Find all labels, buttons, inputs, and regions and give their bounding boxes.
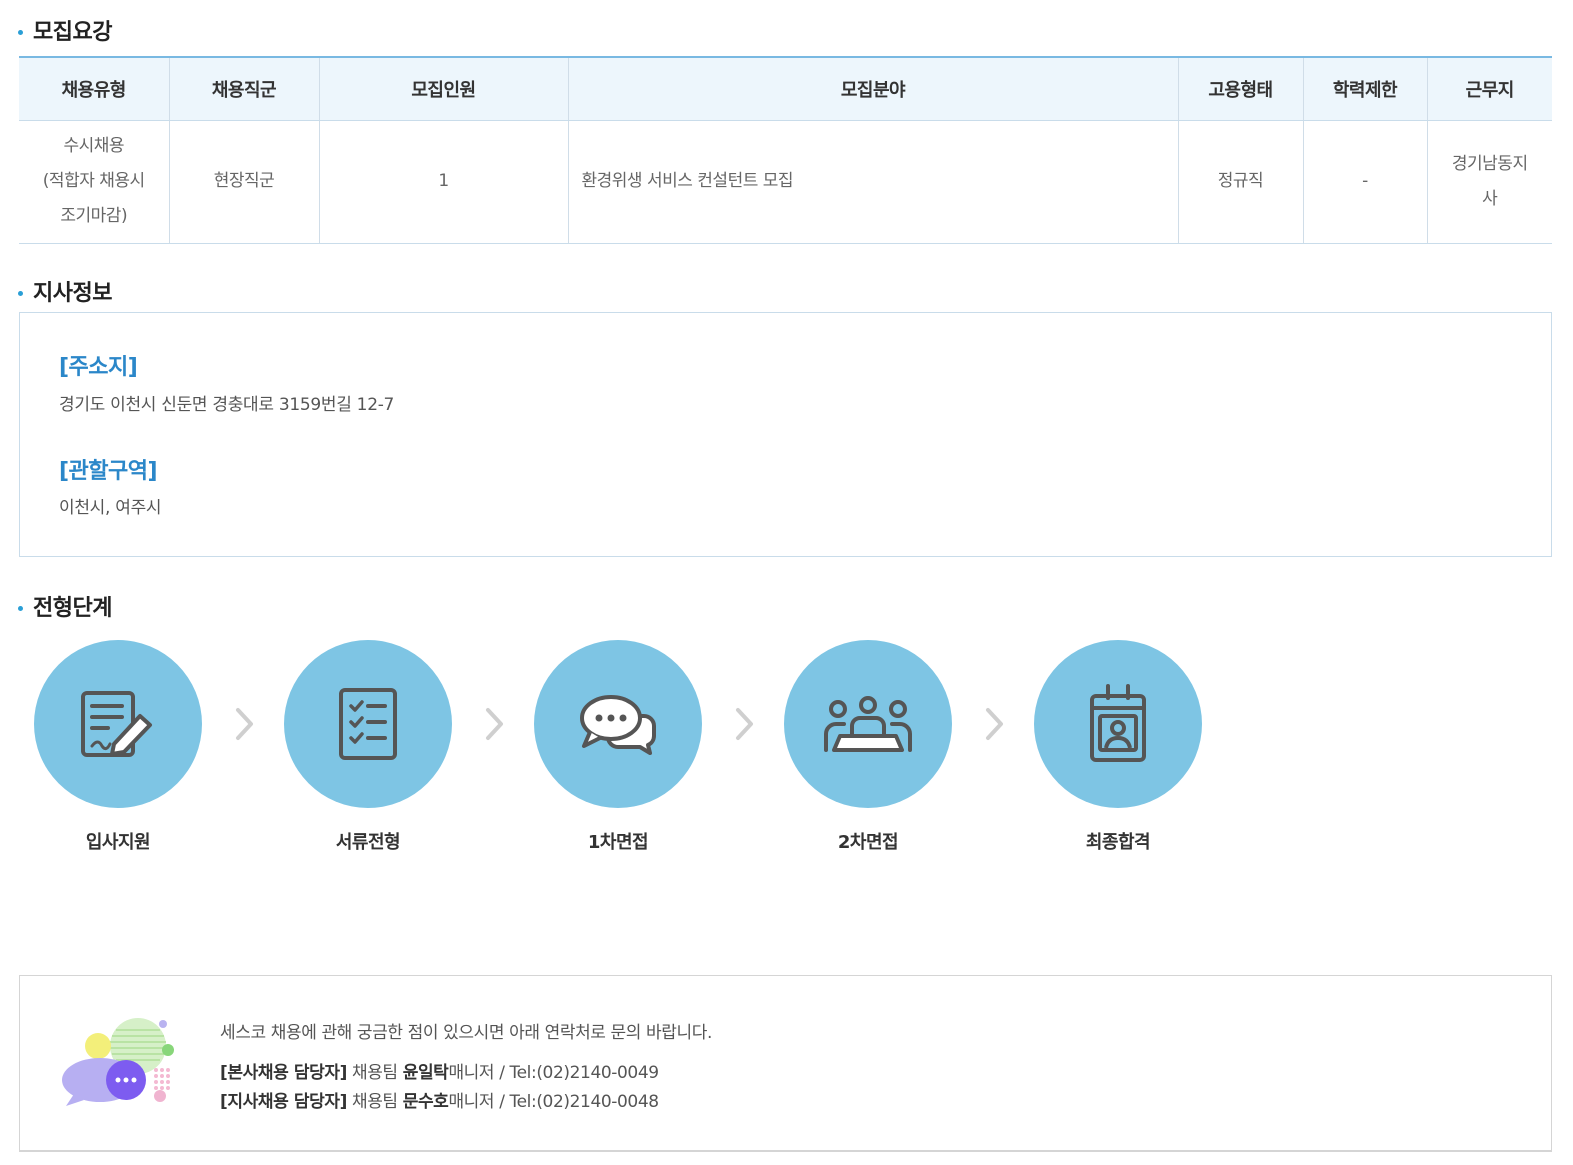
step-circle	[34, 640, 202, 808]
bullet-dot	[18, 290, 23, 296]
process-step-interview1: 1차면접	[534, 640, 702, 853]
col-header-field: 모집분야	[567, 56, 1178, 121]
step-label: 서류전형	[335, 832, 401, 853]
address-label: [주소지]	[59, 355, 138, 380]
bullet-dot	[18, 605, 23, 611]
recruit-section-title: 모집요강	[18, 14, 112, 46]
branch-phone: / Tel:(02)2140-0048	[499, 1092, 659, 1112]
contact-intro: 세스코 채용에 관해 궁금한 점이 있으시면 아래 연락처로 문의 바랍니다.	[220, 1023, 712, 1043]
address-value: 경기도 이천시 신둔면 경충대로 3159번길 12-7	[59, 395, 395, 415]
recruit-table: 채용유형 채용직군 모집인원 모집분야 고용형태 학력제한 근무지 수시채용 (…	[19, 56, 1552, 244]
application-form-icon	[81, 691, 152, 757]
cell-location: 경기남동지 사	[1426, 120, 1552, 244]
cell-type-line1: 수시채용	[63, 136, 125, 156]
cell-type-line3: 조기마감)	[60, 206, 128, 226]
chevron-right-icon	[486, 708, 503, 740]
step-label: 2차면접	[837, 832, 899, 853]
branch-contact-line: [지사채용 담당자] 채용팀 문수호매니저 / Tel:(02)2140-004…	[220, 1087, 659, 1112]
id-badge-icon	[1090, 684, 1146, 762]
process-step-final: 최종합격	[1034, 640, 1202, 853]
table-row: 수시채용 (적합자 채용시 조기마감) 현장직군 1 환경위생 서비스 컨설턴트…	[19, 120, 1552, 244]
process-title-text: 전형단계	[33, 596, 112, 621]
col-header-employment: 고용형태	[1177, 56, 1303, 121]
hq-contact-line: [본사채용 담당자] 채용팀 윤일탁매니저 / Tel:(02)2140-004…	[220, 1058, 659, 1083]
process-section-title: 전형단계	[18, 590, 112, 622]
step-circle	[1034, 640, 1202, 808]
process-step-document: 서류전형	[284, 640, 452, 853]
branch-manager-name: 문수호	[402, 1092, 449, 1112]
col-header-job-group: 채용직군	[168, 56, 319, 121]
step-circle	[534, 640, 702, 808]
branch-team: 채용팀	[351, 1092, 398, 1112]
cell-education: -	[1302, 120, 1427, 244]
branch-info-box: [주소지] 경기도 이천시 신둔면 경충대로 3159번길 12-7 [관할구역…	[19, 312, 1552, 557]
hq-contact-label: [본사채용 담당자]	[220, 1063, 347, 1083]
cell-location-line2: 사	[1482, 188, 1498, 209]
chevron-right-icon	[736, 708, 753, 740]
step-label: 1차면접	[587, 832, 649, 853]
recruit-title-text: 모집요강	[33, 20, 112, 45]
cell-headcount: 1	[318, 120, 568, 244]
process-step-apply: 입사지원	[34, 640, 202, 853]
process-step-interview2: 2차면접	[784, 640, 952, 853]
area-value: 이천시, 여주시	[59, 498, 162, 518]
cell-type: 수시채용 (적합자 채용시 조기마감)	[19, 120, 169, 244]
chevron-right-icon	[986, 708, 1003, 740]
branch-contact-label: [지사채용 담당자]	[220, 1092, 347, 1112]
step-circle	[284, 640, 452, 808]
step-label: 입사지원	[85, 832, 151, 853]
col-header-headcount: 모집인원	[318, 56, 568, 121]
hq-phone: / Tel:(02)2140-0049	[499, 1063, 659, 1083]
col-header-education: 학력제한	[1302, 56, 1427, 121]
branch-section-title: 지사정보	[18, 275, 112, 307]
cell-location-line1: 경기남동지	[1451, 153, 1528, 174]
bullet-dot	[18, 29, 23, 35]
step-circle	[784, 640, 952, 808]
group-interview-icon	[824, 696, 912, 752]
cell-type-line2: (적합자 채용시	[42, 171, 145, 191]
cell-field: 환경위생 서비스 컨설턴트 모집	[567, 120, 1178, 244]
contact-box: 세스코 채용에 관해 궁금한 점이 있으시면 아래 연락처로 문의 바랍니다. …	[19, 975, 1552, 1152]
chat-bubbles-icon	[580, 695, 656, 755]
area-label: [관할구역]	[59, 459, 158, 484]
hq-manager-name: 윤일탁	[402, 1063, 449, 1083]
cell-job-group: 현장직군	[168, 120, 319, 244]
step-label: 최종합격	[1085, 832, 1151, 853]
cell-employment: 정규직	[1177, 120, 1303, 244]
col-header-type: 채용유형	[19, 56, 169, 121]
contact-chat-illustration-icon	[62, 1018, 174, 1106]
branch-manager-title: 매니저	[448, 1092, 495, 1112]
checklist-icon	[339, 688, 397, 760]
hq-team: 채용팀	[351, 1063, 398, 1083]
branch-title-text: 지사정보	[33, 281, 112, 306]
table-header-row: 채용유형 채용직군 모집인원 모집분야 고용형태 학력제한 근무지	[19, 56, 1552, 121]
col-header-location: 근무지	[1426, 56, 1552, 121]
chevron-right-icon	[236, 708, 253, 740]
hq-manager-title: 매니저	[448, 1063, 495, 1083]
